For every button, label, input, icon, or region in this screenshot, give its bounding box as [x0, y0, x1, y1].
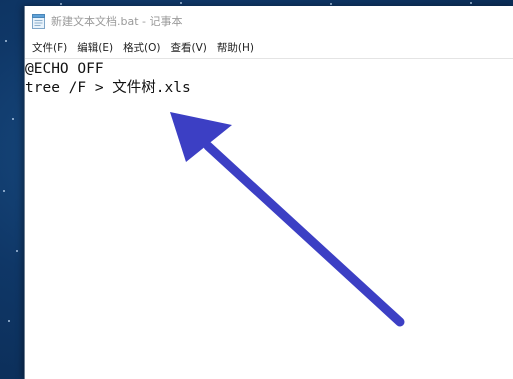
title-bar[interactable]: 新建文本文档.bat - 记事本 [25, 6, 513, 36]
star-decoration [470, 2, 472, 4]
menu-help[interactable]: 帮助(H) [212, 38, 259, 57]
star-decoration [16, 250, 18, 252]
star-decoration [330, 3, 332, 5]
star-decoration [12, 118, 14, 120]
menu-edit[interactable]: 编辑(E) [72, 38, 118, 57]
editor-line[interactable]: tree /F > 文件树.xls [25, 79, 513, 98]
notepad-window: 新建文本文档.bat - 记事本 文件(F) 编辑(E) 格式(O) 查看(V)… [24, 6, 513, 379]
menu-file[interactable]: 文件(F) [27, 38, 72, 57]
menu-view[interactable]: 查看(V) [166, 38, 212, 57]
text-editor[interactable]: @ECHO OFF tree /F > 文件树.xls [25, 58, 513, 379]
star-decoration [3, 190, 5, 192]
menu-format[interactable]: 格式(O) [118, 38, 165, 57]
star-decoration [60, 3, 62, 5]
star-decoration [5, 40, 7, 42]
menu-bar: 文件(F) 编辑(E) 格式(O) 查看(V) 帮助(H) [25, 36, 513, 58]
notepad-icon [32, 13, 45, 29]
editor-line[interactable]: @ECHO OFF [25, 60, 513, 79]
window-title: 新建文本文档.bat - 记事本 [51, 15, 183, 28]
star-decoration [180, 2, 182, 4]
star-decoration [8, 320, 10, 322]
